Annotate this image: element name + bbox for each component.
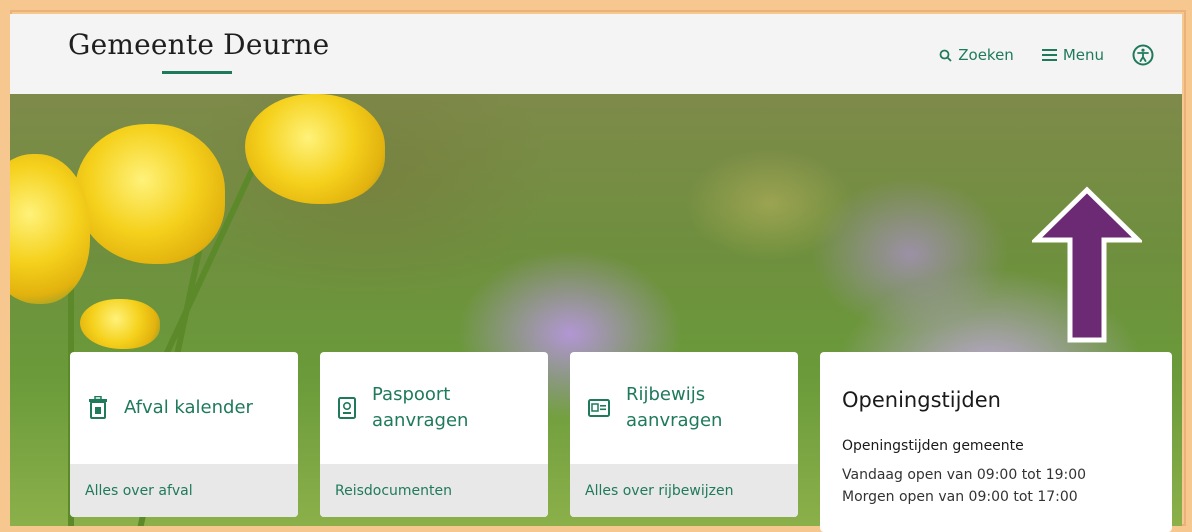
search-button[interactable]: Zoeken: [939, 46, 1014, 64]
card-title: Rijbewijs aanvragen: [626, 384, 723, 431]
menu-label: Menu: [1062, 46, 1104, 64]
card-rijbewijs-aanvragen[interactable]: Rijbewijs aanvragen Alles over rijbewijz…: [570, 352, 798, 517]
daffodil-flower: [245, 94, 385, 204]
openingstijden-subtitle: Openingstijden gemeente: [842, 438, 1024, 454]
card-title: Paspoort aanvragen: [372, 384, 469, 431]
card-footer-link[interactable]: Alles over afval: [70, 464, 298, 517]
card-footer-link[interactable]: Alles over rijbewijzen: [570, 464, 798, 517]
card-paspoort-aanvragen[interactable]: Paspoort aanvragen Reisdocumenten: [320, 352, 548, 517]
menu-button[interactable]: Menu: [1041, 46, 1104, 64]
daffodil-bud: [80, 299, 160, 349]
openingstijden-title: Openingstijden: [842, 388, 1001, 412]
id-card-icon: [588, 399, 610, 417]
card-afval-kalender[interactable]: Afval kalender Alles over afval: [70, 352, 298, 517]
accessibility-icon: [1132, 44, 1154, 66]
arrow-up-icon: [1032, 186, 1142, 343]
daffodil-flower: [75, 124, 225, 264]
card-footer-link[interactable]: Reisdocumenten: [320, 464, 548, 517]
openingstijden-tomorrow: Morgen open van 09:00 tot 17:00: [842, 489, 1078, 505]
hamburger-menu-icon: [1041, 49, 1057, 61]
search-label: Zoeken: [958, 46, 1014, 64]
logo-underline: [162, 71, 232, 74]
site-logo[interactable]: Gemeente Deurne: [68, 28, 329, 61]
search-icon: [939, 49, 952, 62]
openingstijden-panel: Openingstijden Openingstijden gemeente V…: [820, 352, 1172, 532]
trash-calendar-icon: [89, 396, 107, 419]
openingstijden-today: Vandaag open van 09:00 tot 19:00: [842, 467, 1087, 483]
accessibility-button[interactable]: [1132, 44, 1154, 66]
header-nav: Zoeken Menu: [939, 44, 1154, 66]
card-title: Afval kalender: [124, 397, 253, 418]
site-header: Gemeente Deurne Zoeken Menu: [10, 14, 1182, 94]
passport-icon: [338, 397, 356, 419]
